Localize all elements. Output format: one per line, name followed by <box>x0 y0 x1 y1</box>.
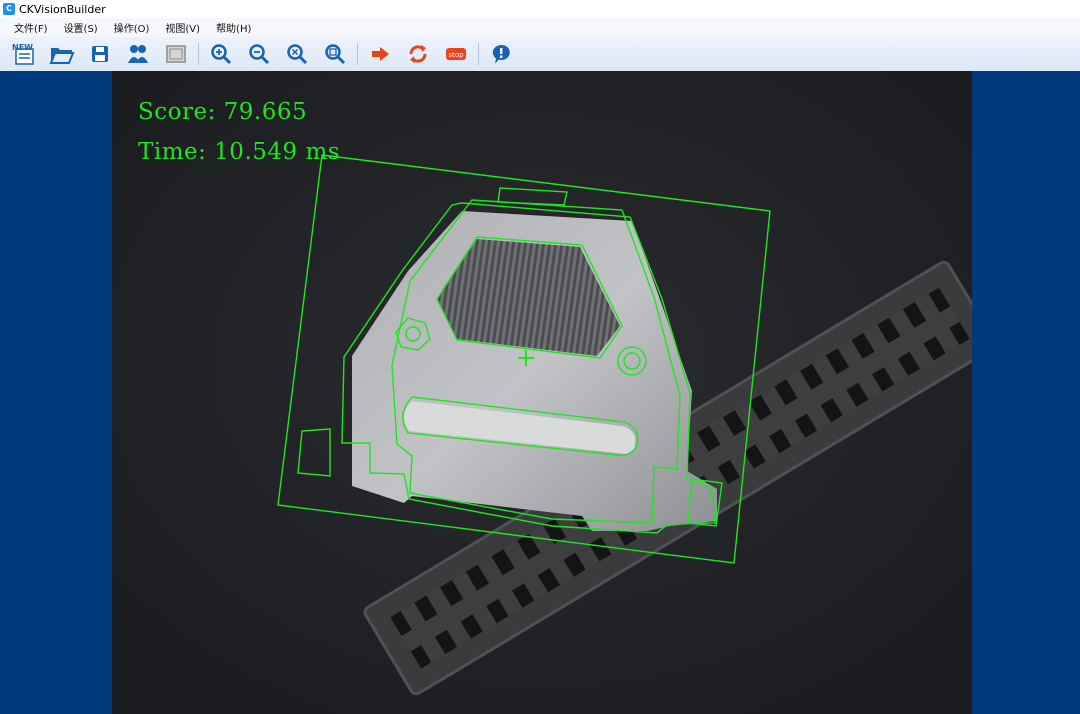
new-button[interactable]: NEW <box>8 40 40 68</box>
stop-icon-label: stop <box>448 51 464 59</box>
menu-file[interactable]: 文件(F) <box>12 19 50 36</box>
new-icon-label: NEW <box>12 43 33 52</box>
toolbar: NEW stop <box>0 37 1080 72</box>
frame-button[interactable] <box>160 40 192 68</box>
toolbar-separator <box>478 43 479 65</box>
app-logo-icon: C <box>3 3 15 15</box>
toolbar-separator <box>198 43 199 65</box>
score-readout: Score: 79.665 <box>138 99 308 125</box>
run-once-icon <box>372 47 389 61</box>
zoom-in-icon <box>211 44 232 65</box>
stop-button[interactable]: stop <box>440 40 472 68</box>
zoom-out-icon <box>249 44 270 65</box>
menu-settings[interactable]: 设置(S) <box>62 19 100 36</box>
menu-help[interactable]: 帮助(H) <box>214 19 253 36</box>
stop-icon: stop <box>446 48 466 60</box>
run-loop-button[interactable] <box>402 40 434 68</box>
info-button[interactable] <box>485 40 517 68</box>
title-bar: C CKVisionBuilder <box>0 0 1080 18</box>
open-folder-icon <box>49 48 75 64</box>
toolbar-separator <box>357 43 358 65</box>
time-readout: Time: 10.549 ms <box>138 139 341 165</box>
camera-image[interactable]: Score: 79.665 Time: 10.549 ms <box>112 71 972 714</box>
zoom-out-button[interactable] <box>243 40 275 68</box>
zoom-fit-button[interactable] <box>281 40 313 68</box>
menu-view[interactable]: 视图(V) <box>163 19 202 36</box>
save-button[interactable] <box>84 40 116 68</box>
run-loop-icon <box>409 45 427 63</box>
menu-bar: 文件(F) 设置(S) 操作(O) 视图(V) 帮助(H) <box>0 18 1080 38</box>
users-button[interactable] <box>122 40 154 68</box>
inspection-scene <box>112 71 972 714</box>
save-icon <box>92 46 108 62</box>
zoom-actual-button[interactable] <box>319 40 351 68</box>
zoom-actual-icon <box>325 44 346 65</box>
frame-icon <box>166 45 186 63</box>
menu-operation[interactable]: 操作(O) <box>112 19 152 36</box>
zoom-in-button[interactable] <box>205 40 237 68</box>
window-title: CKVisionBuilder <box>19 2 106 16</box>
run-once-button[interactable] <box>364 40 396 68</box>
open-button[interactable] <box>46 40 78 68</box>
new-icon: NEW <box>12 43 34 65</box>
info-bubble-icon <box>492 44 510 64</box>
zoom-fit-icon <box>287 44 308 65</box>
image-viewport[interactable]: Score: 79.665 Time: 10.549 ms <box>0 71 1080 714</box>
users-icon <box>128 45 148 63</box>
